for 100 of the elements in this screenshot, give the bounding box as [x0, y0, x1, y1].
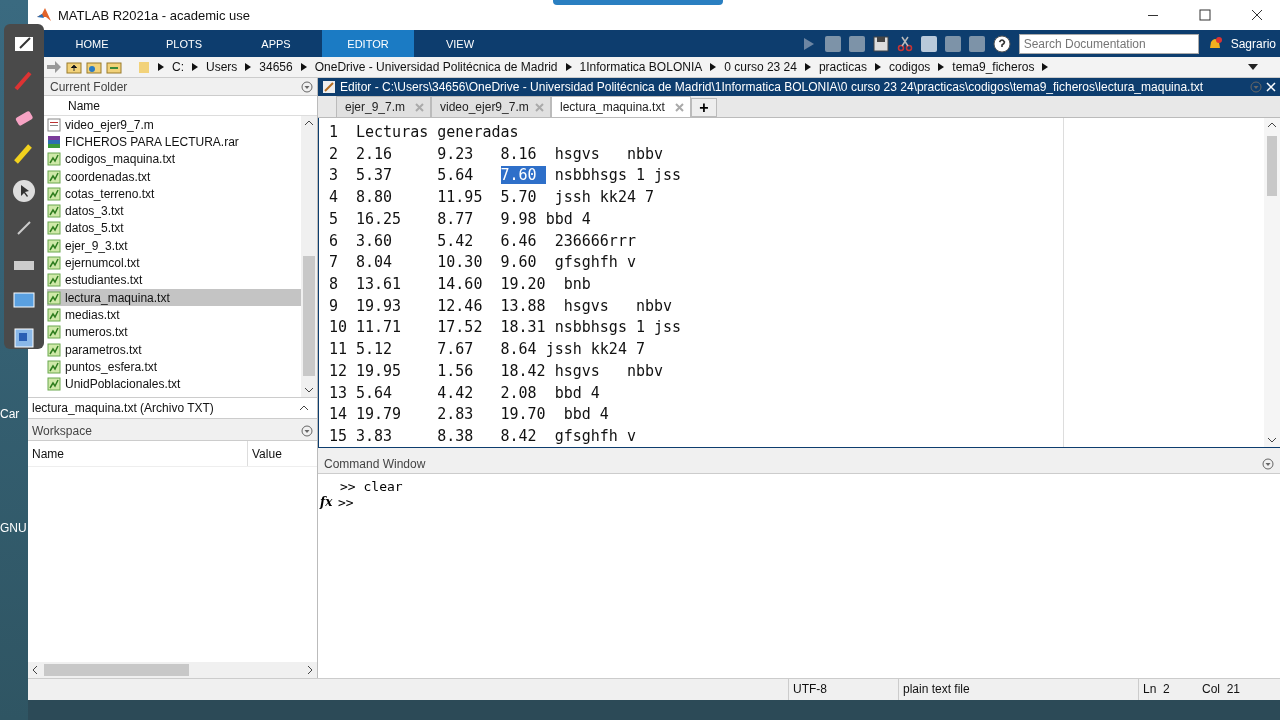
file-row[interactable]: datos_3.txt — [47, 202, 301, 220]
collapse-icon[interactable] — [1262, 457, 1274, 470]
line-number: 9 — [328, 296, 340, 315]
app-logo-icon — [36, 7, 52, 23]
file-row[interactable]: datos_5.txt — [47, 219, 301, 238]
column-header[interactable]: Name — [28, 440, 248, 466]
scroll-down-icon[interactable] — [1267, 437, 1277, 443]
cloud-folder-icon[interactable] — [86, 60, 102, 74]
ribbon-tab[interactable]: APPS — [230, 30, 322, 57]
text-file-icon — [47, 256, 61, 270]
ribbon-tab[interactable]: EDITOR — [322, 30, 414, 57]
copy-icon[interactable] — [920, 35, 937, 52]
text-file-icon — [47, 169, 61, 184]
file-row[interactable]: video_ejer9_7.m — [47, 116, 301, 134]
code-line: 11.71 17.52 18.31 nsbbhsgs 1 jss — [356, 318, 682, 337]
line-number: 10 — [328, 318, 349, 337]
line-status: Ln 2 — [1138, 679, 1198, 700]
toolbar-icon[interactable] — [824, 35, 841, 52]
code-line: Lecturas generadas — [356, 122, 519, 141]
new-tab-button[interactable]: + — [691, 98, 717, 117]
breadcrumb-item[interactable]: 34656 — [259, 60, 293, 74]
panel-title: Current Folder — [49, 79, 128, 94]
line-number: 6 — [328, 231, 340, 250]
close-icon[interactable] — [1251, 9, 1263, 21]
code-line: 3.83 8.38 8.42 gfsghfh v — [356, 427, 636, 446]
breadcrumb-item[interactable]: 0 curso 23 24 — [724, 60, 797, 74]
column-header[interactable]: Value — [248, 440, 286, 466]
file-row[interactable]: numeros.txt — [47, 323, 301, 341]
text-file-icon — [47, 342, 61, 357]
scrollbar[interactable] — [301, 116, 317, 397]
collapse-icon[interactable] — [301, 80, 313, 93]
text-file-icon — [47, 377, 61, 392]
file-tab[interactable]: ejer_9_7.m — [336, 96, 431, 117]
scroll-thumb[interactable] — [1267, 136, 1277, 196]
file-tab[interactable]: video_ejer9_7.m — [431, 96, 551, 117]
file-type-status: plain text file — [898, 679, 1138, 700]
file-row[interactable]: ejernumcol.txt — [47, 254, 301, 272]
breadcrumb-item[interactable]: Users — [206, 60, 238, 74]
file-row[interactable]: codigos_maquina.txt — [47, 150, 301, 168]
text-file-icon — [47, 359, 61, 374]
ribbon-tab[interactable]: PLOTS — [138, 30, 230, 57]
code-line: 19.95 1.56 18.42 hsgvs nbbv — [356, 361, 664, 380]
file-row[interactable]: FICHEROS PARA LECTURA.rar — [47, 133, 301, 151]
ribbon-tab[interactable]: VIEW — [414, 30, 506, 57]
help-icon[interactable] — [992, 34, 1011, 53]
file-row[interactable]: parametros.txt — [47, 340, 301, 359]
breadcrumb-item[interactable]: tema9_ficheros — [952, 60, 1035, 74]
scroll-up-icon[interactable] — [1267, 122, 1277, 128]
code-line: 8.04 10.30 9.60 gfsghfh v — [356, 253, 636, 272]
breadcrumb-item[interactable]: codigos — [888, 60, 931, 74]
file-row[interactable]: coordenadas.txt — [47, 167, 301, 186]
folder-up-icon[interactable] — [66, 60, 82, 74]
breadcrumb-item[interactable]: 1Informatica BOLONIA — [579, 60, 703, 74]
breadcrumb-item[interactable]: C: — [172, 60, 184, 74]
user-name[interactable]: Sagrario — [1230, 36, 1276, 51]
toolbar-icon[interactable] — [944, 35, 961, 52]
breadcrumb-item[interactable]: practicas — [818, 60, 867, 74]
file-row[interactable]: puntos_esfera.txt — [47, 358, 301, 376]
scrollbar[interactable] — [28, 662, 317, 678]
cut-icon[interactable] — [896, 35, 913, 52]
file-row[interactable]: medias.txt — [47, 306, 301, 324]
scroll-down-icon[interactable] — [304, 386, 314, 393]
breadcrumb-caret-icon — [874, 63, 881, 71]
toolbar-icon[interactable] — [848, 35, 865, 52]
scroll-right-icon[interactable] — [307, 665, 313, 675]
scrollbar[interactable] — [1264, 118, 1280, 447]
dropdown-caret-icon[interactable] — [1248, 63, 1258, 71]
column-header[interactable]: Name — [68, 98, 100, 113]
search-field[interactable]: Search Documentation — [1018, 33, 1199, 54]
file-row[interactable]: estudiantes.txt — [47, 271, 301, 289]
code-line: 5.12 7.67 8.64 jssh kk24 7 — [356, 340, 645, 359]
save-icon[interactable] — [872, 35, 889, 52]
file-row[interactable]: lectura_maquina.txt — [47, 288, 301, 307]
breadcrumb-item[interactable]: OneDrive - Universidad Politécnica de Madrid — [314, 60, 558, 74]
line-number: 4 — [328, 188, 340, 207]
file-row[interactable]: UnidPoblacionales.txt — [47, 375, 301, 393]
file-row[interactable]: ejer_9_3.txt — [47, 237, 301, 255]
file-tab[interactable]: lectura_maquina.txt — [551, 96, 691, 117]
text-file-icon — [47, 221, 61, 236]
text-file-icon — [47, 204, 61, 219]
text-file-icon — [47, 325, 61, 340]
pointer-icon[interactable] — [12, 179, 36, 202]
file-row[interactable]: cotas_terreno.txt — [47, 185, 301, 203]
windows-icon[interactable] — [12, 326, 36, 350]
ribbon-tab[interactable]: HOME — [46, 30, 138, 57]
function-browser-icon[interactable]: fx — [318, 495, 336, 509]
expand-icon[interactable] — [299, 403, 309, 412]
scroll-left-icon[interactable] — [32, 665, 38, 675]
line-number: 12 — [328, 361, 349, 380]
toolbar-icon[interactable] — [968, 35, 985, 52]
command-prompt[interactable]: >> — [336, 494, 354, 510]
maximize-icon[interactable] — [1199, 9, 1211, 21]
panel-title: Workspace — [32, 424, 92, 439]
archive-file-icon — [47, 134, 61, 149]
line-number: 3 — [328, 166, 340, 185]
line-number: 11 — [328, 340, 349, 359]
collapse-icon[interactable] — [301, 425, 313, 438]
scroll-up-icon[interactable] — [304, 120, 314, 126]
text-file-icon — [47, 238, 61, 253]
line-number: 13 — [328, 383, 349, 402]
